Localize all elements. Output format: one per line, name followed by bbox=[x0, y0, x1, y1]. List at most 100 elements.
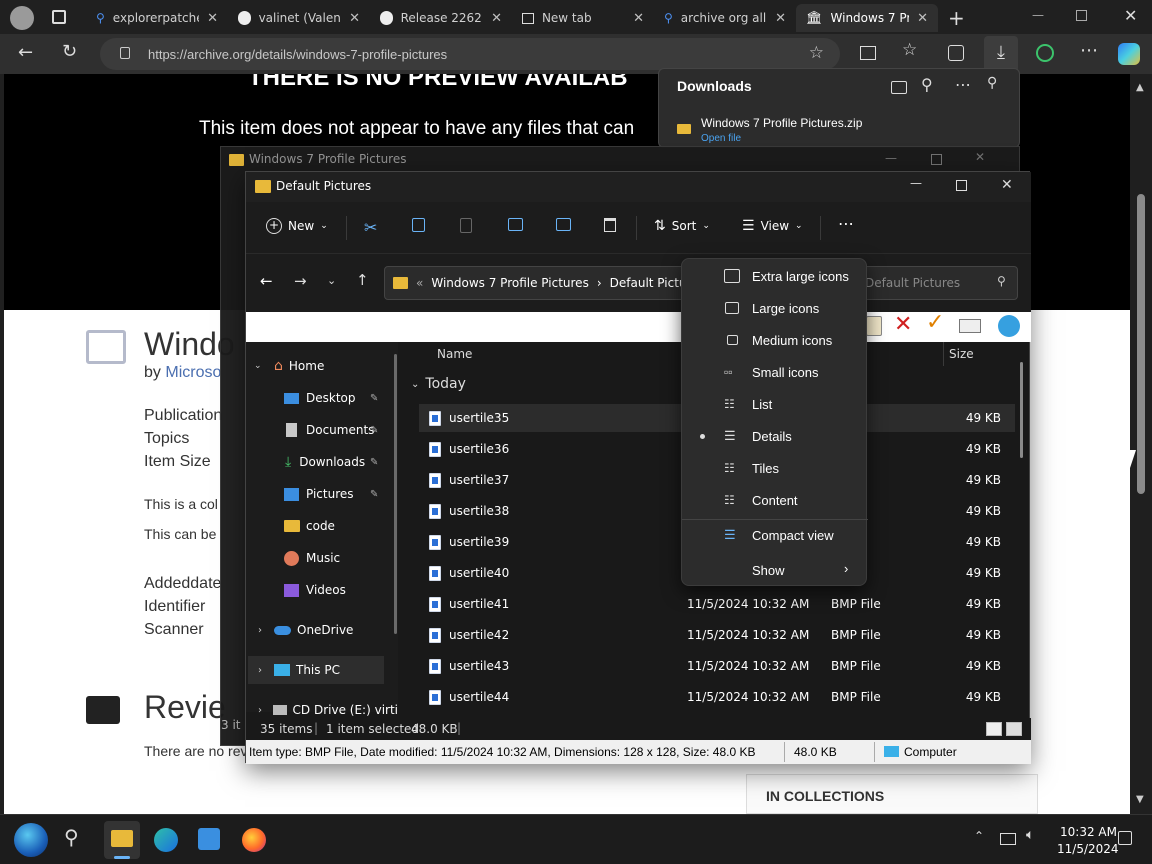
share-icon[interactable] bbox=[556, 218, 571, 231]
nav-onedrive[interactable]: › OneDrive bbox=[246, 616, 398, 644]
favorite-star-icon[interactable]: ☆ bbox=[809, 43, 824, 63]
more-options-icon[interactable]: ⋯ bbox=[838, 214, 854, 233]
explorer-window[interactable]: Default Pictures — ✕ + New ⌄ ✂ ⇅ Sort ⌄ ☰ Vie… bbox=[245, 171, 1031, 764]
menu-item-show[interactable]: Show › bbox=[682, 554, 868, 586]
maximize-button[interactable] bbox=[931, 154, 942, 165]
minimize-button[interactable]: — bbox=[1032, 8, 1044, 22]
column-header-size[interactable]: Size bbox=[949, 347, 974, 361]
nav-documents[interactable]: Documents ✎ bbox=[246, 416, 398, 444]
edge-icon[interactable] bbox=[154, 828, 178, 852]
close-button[interactable]: ✕ bbox=[975, 150, 985, 164]
collections-icon[interactable] bbox=[948, 45, 964, 61]
tab-explorerpatcher[interactable]: ⚲ explorerpatcher ✕ bbox=[86, 4, 228, 32]
file-row[interactable]: usertile43 11/5/2024 10:32 AM BMP File 49 K… bbox=[419, 652, 1015, 680]
profile-avatar[interactable] bbox=[10, 6, 34, 30]
group-header[interactable]: ⌄ Today bbox=[411, 376, 466, 392]
new-button[interactable]: + New ⌄ bbox=[266, 218, 328, 234]
tab-windows-7-profile[interactable]: 🏛 Windows 7 Profile ✕ bbox=[796, 4, 938, 32]
menu-item-medium-icons[interactable]: Medium icons bbox=[682, 324, 868, 356]
paste-icon[interactable] bbox=[460, 218, 472, 233]
file-row[interactable]: usertile42 11/5/2024 10:32 AM BMP File 49 K… bbox=[419, 621, 1015, 649]
back-icon[interactable]: ← bbox=[18, 42, 33, 63]
file-row[interactable]: usertile44 11/5/2024 10:32 AM BMP File 49 K… bbox=[419, 683, 1015, 711]
menu-item-list[interactable]: ☷ List bbox=[682, 388, 868, 420]
open-file-link[interactable]: Open file bbox=[701, 133, 741, 144]
nav-music[interactable]: Music bbox=[246, 544, 398, 572]
notification-icon[interactable] bbox=[1118, 831, 1132, 845]
maximize-button[interactable] bbox=[956, 180, 967, 191]
menu-item-small-icons[interactable]: ▫▫ Small icons bbox=[682, 356, 868, 388]
downloads-button[interactable]: ⤓ bbox=[984, 36, 1018, 72]
clock-time[interactable]: 10:32 AM bbox=[1060, 825, 1117, 839]
menu-item-extra-large-icons[interactable]: Extra large icons bbox=[682, 260, 868, 292]
menu-item-details[interactable]: ☰ Details bbox=[682, 420, 868, 452]
scroll-down-icon[interactable]: ▼ bbox=[1136, 794, 1144, 805]
search-icon[interactable]: ⚲ bbox=[64, 825, 79, 849]
close-icon[interactable]: ✕ bbox=[349, 11, 360, 26]
menu-item-large-icons[interactable]: Large icons bbox=[682, 292, 868, 324]
close-icon[interactable]: ✕ bbox=[775, 11, 786, 26]
close-icon[interactable]: ✕ bbox=[633, 11, 644, 26]
new-tab-button[interactable]: + bbox=[948, 6, 965, 30]
close-button[interactable]: ✕ bbox=[1001, 177, 1013, 193]
refresh-icon[interactable]: ↻ bbox=[62, 41, 77, 62]
file-explorer-taskbar-button[interactable] bbox=[104, 821, 140, 859]
view-button[interactable]: ☰ View ⌄ bbox=[742, 218, 803, 234]
copy-icon[interactable] bbox=[412, 218, 425, 232]
more-options-icon[interactable]: ⋯ bbox=[1080, 40, 1098, 61]
favorites-icon[interactable]: ☆ bbox=[902, 40, 917, 60]
close-icon[interactable]: ✕ bbox=[491, 11, 502, 26]
up-icon[interactable]: ↑ bbox=[356, 271, 369, 289]
close-icon[interactable]: ✕ bbox=[917, 11, 928, 26]
volume-icon[interactable]: 🔈︎ bbox=[1026, 827, 1034, 843]
nav-desktop[interactable]: Desktop ✎ bbox=[246, 384, 398, 412]
store-icon[interactable] bbox=[198, 828, 220, 850]
scroll-thumb[interactable] bbox=[1137, 194, 1145, 494]
menu-item-tiles[interactable]: ☷ Tiles bbox=[682, 452, 868, 484]
red-x-icon[interactable]: ✕ bbox=[894, 312, 912, 337]
url-field[interactable]: https://archive.org/details/windows-7-pr… bbox=[100, 38, 840, 70]
globe-icon[interactable] bbox=[998, 315, 1020, 337]
mail-icon[interactable] bbox=[959, 319, 981, 333]
author-link[interactable]: Microso bbox=[165, 364, 221, 381]
tab-new-tab[interactable]: New tab ✕ bbox=[512, 4, 654, 32]
split-screen-icon[interactable] bbox=[860, 46, 876, 60]
file-row[interactable]: usertile41 11/5/2024 10:32 AM BMP File 49 K… bbox=[419, 590, 1015, 618]
menu-item-compact-view[interactable]: ☰ Compact view bbox=[682, 519, 868, 551]
search-box[interactable]: Default Pictures ⚲ bbox=[854, 266, 1018, 300]
sort-button[interactable]: ⇅ Sort ⌄ bbox=[654, 218, 710, 234]
page-scrollbar[interactable]: ▲ ▼ bbox=[1130, 74, 1152, 814]
tab-valinet[interactable]: valinet (Valentin) ✕ bbox=[228, 4, 370, 32]
network-icon[interactable] bbox=[1000, 833, 1016, 845]
menu-item-content[interactable]: ☷ Content bbox=[682, 484, 868, 516]
more-icon[interactable]: ⋯ bbox=[955, 75, 971, 94]
file-list-scrollbar[interactable] bbox=[1020, 362, 1023, 458]
clock-date[interactable]: 11/5/2024 bbox=[1057, 842, 1119, 856]
performance-icon[interactable] bbox=[1036, 44, 1054, 62]
delete-icon[interactable] bbox=[604, 218, 616, 232]
tab-actions-icon[interactable] bbox=[52, 10, 66, 24]
open-folder-icon[interactable] bbox=[891, 81, 907, 94]
nav-this-pc[interactable]: › This PC bbox=[248, 656, 384, 684]
rename-icon[interactable] bbox=[508, 218, 523, 231]
close-window-button[interactable]: ✕ bbox=[1124, 6, 1137, 25]
nav-pictures[interactable]: Pictures ✎ bbox=[246, 480, 398, 508]
details-view-toggle[interactable] bbox=[986, 722, 1002, 736]
column-header-name[interactable]: Name bbox=[437, 347, 472, 361]
copilot-icon[interactable] bbox=[1118, 43, 1140, 65]
start-button[interactable] bbox=[14, 823, 48, 857]
tab-release[interactable]: Release 22621 ✕ bbox=[370, 4, 512, 32]
nav-scrollbar[interactable] bbox=[394, 354, 397, 634]
minimize-button[interactable]: — bbox=[910, 176, 922, 190]
nav-downloads[interactable]: ⤓ Downloads ✎ bbox=[246, 448, 398, 476]
forward-icon[interactable]: → bbox=[294, 272, 307, 290]
back-icon[interactable]: ← bbox=[260, 272, 273, 290]
minimize-button[interactable]: — bbox=[885, 151, 897, 165]
download-file-name[interactable]: Windows 7 Profile Pictures.zip bbox=[701, 116, 862, 130]
checkmark-icon[interactable]: ✓ bbox=[926, 310, 944, 335]
nav-code[interactable]: code bbox=[246, 512, 398, 540]
pin-icon[interactable]: ⚲ bbox=[987, 75, 997, 91]
recent-chevron-icon[interactable]: ⌄ bbox=[327, 274, 336, 287]
search-icon[interactable]: ⚲ bbox=[921, 75, 933, 94]
tab-archive-search[interactable]: ⚲ archive org all ✕ bbox=[654, 4, 796, 32]
